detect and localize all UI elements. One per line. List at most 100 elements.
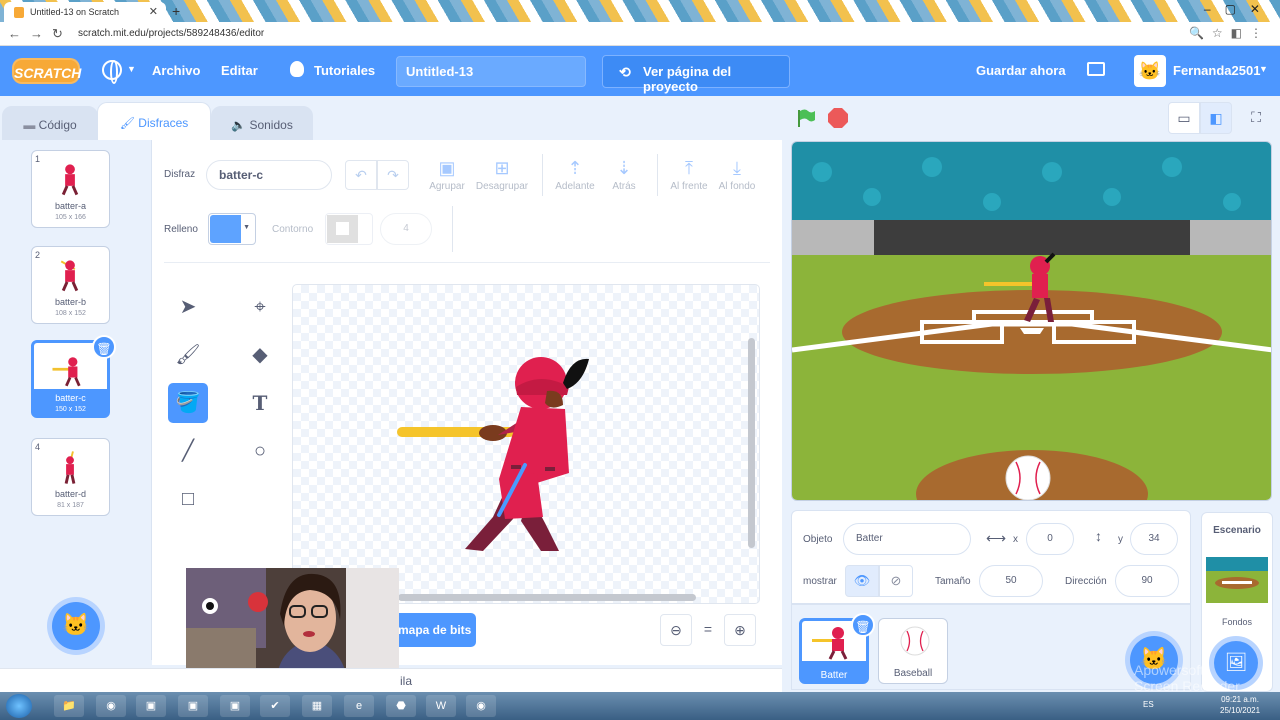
zoom-reset-button[interactable]: = <box>692 614 724 646</box>
project-title-input[interactable]: Untitled-13 <box>396 56 586 87</box>
fullscreen-icon[interactable]: ⛶ <box>1240 102 1272 134</box>
sprite-name-input[interactable]: Batter <box>843 523 971 555</box>
ungroup-button[interactable]: ⊞ Desagrupar <box>474 158 530 192</box>
convert-to-bitmap-button[interactable]: mapa de bits <box>398 613 476 647</box>
start-button-icon[interactable] <box>6 694 32 718</box>
small-stage-icon[interactable]: ▭ <box>1168 102 1200 134</box>
menu-editar[interactable]: Editar <box>221 63 258 78</box>
backpack-bar[interactable]: ila <box>0 668 782 692</box>
browser-tab[interactable]: Untitled-13 on Scratch ✕ <box>4 2 166 22</box>
chevron-down-icon: ▼ <box>243 224 250 231</box>
text-tool-icon[interactable]: T <box>240 383 280 423</box>
group-button[interactable]: ▣ Agrupar <box>426 158 468 192</box>
costume-name-input[interactable]: batter-c <box>206 160 332 190</box>
forward-icon[interactable]: → <box>30 26 43 41</box>
y-position-input[interactable]: 34 <box>1130 523 1178 555</box>
new-tab-icon[interactable]: + <box>172 3 180 19</box>
backdrops-label: Fondos <box>1221 617 1253 627</box>
direction-label: Dirección <box>1065 576 1107 587</box>
sprite-name: Batter <box>820 670 848 681</box>
tab-code[interactable]: ▬ Código <box>2 106 98 140</box>
pdf-reader-icon[interactable]: ⬣ <box>386 695 416 717</box>
hide-sprite-eye-icon[interactable]: ⊘ <box>879 565 913 597</box>
select-tool-icon[interactable]: ➤ <box>168 287 208 327</box>
canvas-horizontal-scrollbar[interactable] <box>398 594 696 601</box>
chevron-down-icon[interactable]: ▼ <box>1259 64 1268 74</box>
chrome-icon[interactable]: ◉ <box>466 695 496 717</box>
my-stuff-folder-icon[interactable] <box>1087 62 1105 76</box>
back-icon[interactable]: ← <box>8 26 21 41</box>
browser-extension-icons[interactable]: 🔍☆◧⋮ <box>1189 26 1270 40</box>
word-icon[interactable]: W <box>426 695 456 717</box>
view-project-page-button[interactable]: ⟲ Ver página del proyecto <box>602 55 790 94</box>
normal-stage-icon[interactable]: ◧ <box>1200 102 1232 134</box>
delete-sprite-icon[interactable]: 🗑 <box>851 613 875 637</box>
app-icon[interactable]: ▣ <box>220 695 250 717</box>
edge-icon[interactable]: e <box>344 695 374 717</box>
app-icon[interactable]: ▣ <box>136 695 166 717</box>
line-tool-icon[interactable]: ╱ <box>168 431 208 471</box>
stroke-width-input[interactable]: 4 <box>380 213 432 245</box>
green-flag-icon[interactable] <box>796 108 816 128</box>
size-input[interactable]: 50 <box>979 565 1043 597</box>
costume-tile[interactable]: 2 batter-b 108 x 152 <box>31 246 110 324</box>
app-icon[interactable]: ▦ <box>302 695 332 717</box>
close-tab-icon[interactable]: ✕ <box>149 5 158 18</box>
zoom-out-icon[interactable]: ⊖ <box>660 614 692 646</box>
system-clock[interactable]: 09:21 a.m. 25/10/2021 <box>1220 694 1260 716</box>
horizontal-arrows-icon: ⟷ <box>986 530 1007 546</box>
reload-icon[interactable]: ↻ <box>52 26 63 42</box>
costume-name: batter-d <box>54 489 87 499</box>
vertical-arrows-icon: ↕ <box>1095 528 1102 544</box>
file-explorer-icon[interactable]: 📁 <box>54 695 84 717</box>
stage[interactable] <box>791 141 1272 501</box>
save-now-button[interactable]: Guardar ahora <box>976 63 1066 78</box>
rectangle-tool-icon[interactable]: □ <box>168 479 208 519</box>
brush-tool-icon[interactable]: 🖌 <box>168 335 208 375</box>
chrome-icon[interactable]: ◉ <box>96 695 126 717</box>
app-icon[interactable]: ✔ <box>260 695 290 717</box>
app-icon[interactable]: ▣ <box>178 695 208 717</box>
costume-tile[interactable]: 1 batter-a 105 x 166 <box>31 150 110 228</box>
redo-icon[interactable]: ↷ <box>377 160 409 190</box>
costume-tile[interactable]: 4 batter-d 81 x 187 <box>31 438 110 516</box>
language-indicator[interactable]: ES <box>1143 700 1154 709</box>
undo-icon[interactable]: ↶ <box>345 160 377 190</box>
fill-tool-icon[interactable]: 🪣 <box>168 383 208 423</box>
url-field[interactable]: scratch.mit.edu/projects/589248436/edito… <box>78 28 264 39</box>
tab-costumes[interactable]: 🖌 Disfraces <box>97 102 211 140</box>
user-avatar[interactable]: 🐱 <box>1134 55 1166 87</box>
direction-input[interactable]: 90 <box>1115 565 1179 597</box>
outline-color-picker[interactable] <box>325 213 373 245</box>
sprite-tile-baseball[interactable]: Baseball <box>878 618 948 684</box>
canvas-vertical-scrollbar[interactable] <box>748 338 755 548</box>
window-controls[interactable]: –▢✕ <box>1204 2 1274 16</box>
add-costume-button[interactable]: 🐱 <box>52 602 100 650</box>
costume-size: 105 x 166 <box>55 214 86 221</box>
address-bar: ← → ↻ scratch.mit.edu/projects/589248436… <box>0 22 1280 46</box>
paint-canvas[interactable] <box>292 284 760 604</box>
zoom-in-icon[interactable]: ⊕ <box>724 614 756 646</box>
menu-tutoriales[interactable]: Tutoriales <box>314 63 375 78</box>
forward-button[interactable]: ⇡ Adelante <box>552 158 598 192</box>
backward-button[interactable]: ⇣ Atrás <box>604 158 644 192</box>
delete-costume-icon[interactable]: 🗑 <box>92 335 116 359</box>
tab-sounds[interactable]: 🔈 Sonidos <box>211 106 313 140</box>
reshape-tool-icon[interactable]: ⌖ <box>240 287 280 327</box>
circle-tool-icon[interactable]: ○ <box>240 431 280 471</box>
globe-icon[interactable] <box>102 60 122 84</box>
front-button[interactable]: ⤒ Al frente <box>666 158 712 192</box>
paintbrush-icon: 🖌 <box>119 116 139 130</box>
eraser-tool-icon[interactable]: ◆ <box>240 335 280 375</box>
costume-thumbnail <box>60 260 79 292</box>
back-button[interactable]: ⤓ Al fondo <box>714 158 760 192</box>
show-sprite-eye-icon[interactable]: 👁 <box>845 565 879 597</box>
x-position-input[interactable]: 0 <box>1026 523 1074 555</box>
scratch-logo[interactable]: SCRATCH <box>12 58 81 84</box>
fill-color-picker[interactable]: ▼ <box>208 213 256 245</box>
fill-color-swatch <box>210 215 241 243</box>
username-label[interactable]: Fernanda2501 <box>1173 63 1260 78</box>
stop-icon[interactable] <box>828 108 848 128</box>
menu-archivo[interactable]: Archivo <box>152 63 200 78</box>
backward-icon: ⇣ <box>616 158 632 178</box>
